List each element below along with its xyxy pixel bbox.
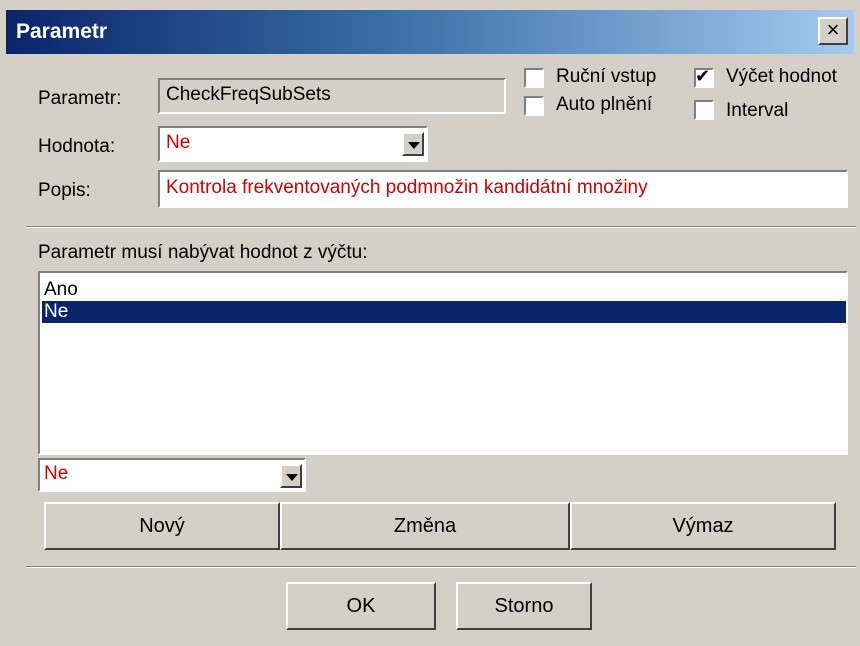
storno-button[interactable]: Storno xyxy=(456,582,592,630)
auto-plneni-label: Auto plnění xyxy=(556,94,653,115)
interval-label: Interval xyxy=(726,100,789,121)
close-icon: × xyxy=(826,17,840,42)
zmena-button[interactable]: Změna xyxy=(280,502,570,550)
values-listbox[interactable]: Ano Ne xyxy=(38,271,848,455)
list-item[interactable]: Ano xyxy=(44,279,78,301)
value-combo-value: Ne xyxy=(44,463,69,484)
hodnota-label: Hodnota: xyxy=(38,136,116,157)
parametr-label: Parametr: xyxy=(38,88,122,109)
novy-button[interactable]: Nový xyxy=(44,502,280,550)
vycet-hodnot-label: Výčet hodnot xyxy=(726,66,837,87)
popis-field[interactable]: Kontrola frekventovaných podmnožin kandi… xyxy=(158,170,848,208)
chevron-down-icon[interactable] xyxy=(402,132,424,156)
rucni-vstup-label: Ruční vstup xyxy=(556,66,657,87)
separator xyxy=(26,226,856,228)
auto-plneni-checkbox[interactable] xyxy=(524,96,544,116)
hodnota-select[interactable]: Ne xyxy=(158,126,428,162)
close-button[interactable]: × xyxy=(818,17,848,45)
parametr-name-value: CheckFreqSubSets xyxy=(166,84,331,105)
vycet-hodnot-checkbox[interactable]: ✔ xyxy=(694,66,714,88)
ok-button[interactable]: OK xyxy=(286,582,436,630)
title-bar[interactable]: Parametr × xyxy=(6,10,854,54)
parametr-name-field: CheckFreqSubSets xyxy=(158,78,506,114)
value-combo[interactable]: Ne xyxy=(38,458,306,492)
separator xyxy=(26,566,856,568)
interval-checkbox[interactable] xyxy=(694,100,714,120)
chevron-down-icon[interactable] xyxy=(280,464,302,488)
hodnota-value: Ne xyxy=(166,132,191,153)
window-title: Parametr xyxy=(16,20,108,43)
vymaz-button[interactable]: Výmaz xyxy=(570,502,836,550)
list-item-selected[interactable]: Ne xyxy=(42,301,846,323)
check-icon: ✔ xyxy=(695,66,711,86)
list-caption: Parametr musí nabývat hodnot z výčtu: xyxy=(38,242,368,263)
popis-value: Kontrola frekventovaných podmnožin kandi… xyxy=(166,177,648,198)
parametr-dialog: Parametr × Parametr: CheckFreqSubSets Ru… xyxy=(0,0,860,646)
popis-label: Popis: xyxy=(38,180,91,201)
rucni-vstup-checkbox[interactable] xyxy=(524,68,544,88)
